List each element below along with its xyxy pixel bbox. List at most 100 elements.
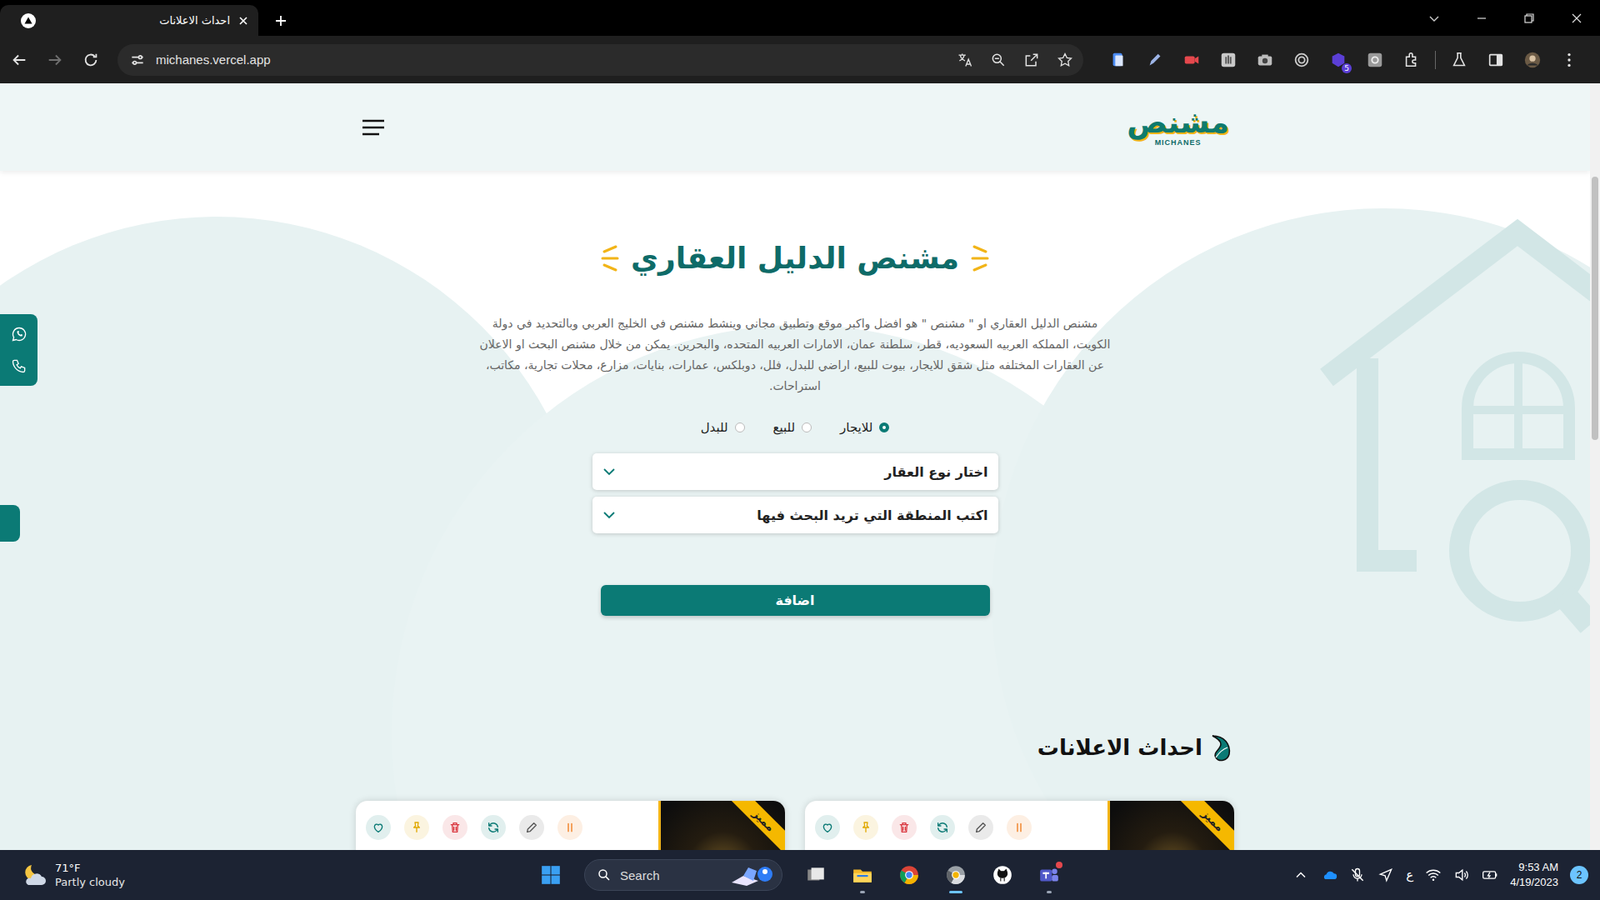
back-arrow-icon — [10, 50, 29, 70]
ad-photo[interactable]: مميز — [658, 800, 785, 850]
input-language[interactable]: ع — [1405, 867, 1414, 883]
extension-button[interactable] — [1356, 45, 1394, 75]
labs-button[interactable] — [1440, 45, 1478, 75]
taskbar-app[interactable] — [889, 855, 930, 895]
taskbar-app[interactable] — [842, 855, 883, 895]
ad-action-button[interactable] — [404, 815, 430, 840]
radio-circle[interactable] — [801, 422, 812, 433]
minimize-icon — [1475, 11, 1489, 25]
zoom-icon[interactable] — [990, 51, 1007, 69]
microphone-icon[interactable] — [1349, 866, 1366, 884]
ad-action-button[interactable] — [480, 815, 506, 840]
ad-action-button[interactable] — [968, 815, 994, 840]
listing-type-radio[interactable]: للبيع — [773, 420, 813, 435]
running-indicator — [1046, 890, 1052, 894]
taskbar-app[interactable] — [1029, 855, 1070, 895]
extension-button[interactable] — [1100, 45, 1137, 75]
ad-action-button[interactable] — [1006, 815, 1032, 840]
ad-action-button[interactable] — [930, 815, 955, 840]
favorite-icon — [371, 820, 385, 835]
forward-button[interactable] — [40, 45, 70, 75]
wifi-icon[interactable] — [1425, 866, 1442, 884]
menu-button[interactable] — [1550, 45, 1588, 75]
radio-circle[interactable] — [879, 422, 890, 433]
notification-badge[interactable]: 2 — [1570, 865, 1589, 885]
close-window-button[interactable] — [1552, 0, 1600, 36]
profile-button[interactable] — [1514, 45, 1551, 75]
taskbar-app[interactable] — [795, 855, 836, 895]
ad-action-button[interactable] — [519, 815, 545, 840]
whatsapp-icon[interactable] — [10, 325, 28, 343]
site-logo[interactable]: مشنص MICHANES — [1126, 107, 1230, 147]
taskbar-app[interactable] — [982, 855, 1023, 895]
onedrive-cloud-icon[interactable] — [1320, 866, 1338, 884]
forward-arrow-icon — [45, 50, 65, 70]
side-panel-button[interactable] — [1477, 45, 1515, 75]
location-icon[interactable] — [1377, 866, 1395, 884]
renew-icon — [935, 820, 950, 835]
phone-icon[interactable] — [10, 357, 28, 375]
add-button[interactable]: اضافة — [600, 585, 990, 616]
extension-button[interactable] — [1173, 45, 1210, 75]
ad-photo[interactable]: مميز — [1107, 800, 1235, 850]
chevron-up-icon[interactable] — [1292, 866, 1310, 884]
scrollbar-thumb[interactable] — [1591, 176, 1599, 440]
volume-icon[interactable] — [1453, 866, 1470, 884]
share-icon[interactable] — [1023, 51, 1040, 69]
chrome-icon — [898, 864, 920, 886]
flask-icon — [1450, 50, 1469, 70]
restore-button[interactable] — [1505, 0, 1553, 36]
listing-type-radio[interactable]: للبدل — [700, 420, 745, 435]
browser-tab[interactable]: احداث الاعلانات — [0, 5, 259, 36]
ad-card[interactable]: مميز — [355, 800, 785, 850]
area-select[interactable]: اكتب المنطقة التي تريد البحث فيها — [592, 496, 999, 534]
url-text: michanes.vercel.app — [155, 52, 271, 67]
translate-icon[interactable] — [956, 51, 974, 69]
hamburger-menu-icon[interactable] — [360, 117, 386, 138]
ad-action-button[interactable] — [557, 815, 583, 840]
task-view-icon — [805, 864, 827, 886]
ads-title: احداث الاعلانات — [1037, 735, 1203, 760]
ad-action-button[interactable] — [365, 815, 391, 840]
bookmark-star-icon[interactable] — [1056, 51, 1074, 69]
ad-card[interactable]: مميز — [805, 800, 1235, 850]
close-tab-icon[interactable] — [236, 14, 250, 28]
back-button[interactable] — [4, 45, 35, 75]
ad-action-button[interactable] — [891, 815, 917, 840]
minimize-button[interactable] — [1457, 0, 1505, 36]
listing-type-radio[interactable]: للايجار — [840, 420, 890, 435]
kebab-menu-icon — [1560, 50, 1579, 70]
extensions-menu-button[interactable] — [1393, 45, 1430, 75]
address-bar[interactable]: michanes.vercel.app — [117, 44, 1084, 76]
extension-button[interactable] — [1210, 45, 1247, 75]
reload-button[interactable] — [75, 45, 106, 75]
browser-toolbar: michanes.vercel.app 5 — [0, 35, 1600, 84]
side-panel-icon — [1486, 50, 1505, 70]
target-extension-icon — [1292, 50, 1311, 70]
gear-box-extension-icon — [1365, 50, 1385, 70]
tab-search-button[interactable] — [1410, 0, 1458, 36]
radio-circle[interactable] — [735, 422, 745, 433]
clock[interactable]: 9:53 AM 4/19/2023 — [1510, 860, 1559, 890]
extension-button[interactable] — [1283, 45, 1320, 75]
running-indicator — [860, 890, 865, 894]
extension-button[interactable] — [1136, 45, 1174, 75]
ad-action-button[interactable] — [815, 815, 840, 840]
new-tab-icon[interactable] — [274, 14, 288, 28]
taskbar: 71°F Partly cloudy Search ع 9:53 AM 4/19… — [0, 850, 1600, 900]
pause-icon — [1012, 820, 1026, 835]
extension-button[interactable] — [1246, 45, 1284, 75]
battery-charging-icon[interactable] — [1481, 866, 1499, 884]
property-type-select[interactable]: اختار نوع العقار — [592, 453, 999, 490]
taskbar-app[interactable] — [935, 855, 976, 895]
extension-button[interactable]: 5 — [1320, 45, 1357, 75]
start-button[interactable] — [530, 855, 571, 895]
ad-action-button[interactable] — [853, 815, 879, 840]
ad-action-button[interactable] — [442, 815, 468, 840]
weather-widget[interactable]: 71°F Partly cloudy — [0, 860, 531, 890]
side-drawer-tab[interactable] — [0, 505, 20, 542]
site-info-icon[interactable] — [129, 51, 146, 69]
tab-title: احداث الاعلانات — [42, 14, 230, 27]
scrollbar[interactable] — [1590, 83, 1600, 850]
taskbar-search[interactable]: Search — [584, 859, 783, 891]
